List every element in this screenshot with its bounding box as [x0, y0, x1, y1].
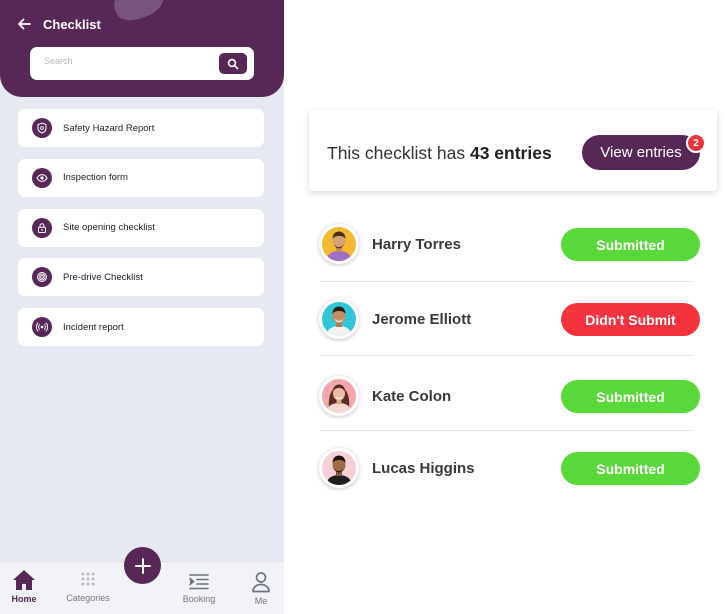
checklist-item-site-opening-checklist[interactable]: Site opening checklist: [18, 208, 264, 247]
checklist-item-inspection-form[interactable]: Inspection form: [18, 158, 264, 197]
status-badge-submitted: Submitted: [561, 380, 700, 413]
entry-name: Harry Torres: [372, 236, 461, 253]
entry-row-harry-torres[interactable]: Harry Torres Submitted: [316, 224, 706, 264]
row-divider: [320, 430, 693, 431]
entries-count: 43 entries: [469, 143, 552, 163]
checklist-item-label: Safety Hazard Report: [63, 122, 155, 134]
back-arrow-icon[interactable]: [16, 16, 32, 32]
plus-icon: [134, 557, 151, 574]
app-header: Checklist: [0, 0, 284, 97]
home-icon: [13, 570, 35, 590]
entry-name: Lucas Higgins: [372, 460, 475, 477]
entries-summary-card: This checklist has 43 entries View entri…: [309, 110, 717, 191]
search-input[interactable]: [44, 56, 204, 66]
summary-prefix: This checklist has: [327, 143, 470, 163]
checklist-item-label: Inspection form: [63, 172, 128, 184]
tab-booking-label: Booking: [182, 594, 216, 604]
eye-icon: [32, 167, 52, 188]
checklist-list: Safety Hazard Report Inspection form Sit…: [18, 109, 264, 358]
lock-icon: [32, 217, 52, 238]
avatar: [319, 224, 359, 264]
grid-dots-icon: [81, 572, 95, 586]
fingerprint-icon: [32, 267, 52, 288]
broadcast-icon: [32, 317, 52, 338]
search-icon: [227, 58, 239, 69]
row-divider: [320, 355, 693, 356]
mobile-app-screen: Checklist Safety Hazard Report Inspectio…: [0, 0, 284, 614]
avatar: [319, 376, 359, 416]
view-entries-button[interactable]: View entries: [582, 135, 700, 170]
tab-home[interactable]: Home: [6, 562, 42, 614]
list-indent-icon: [189, 574, 209, 590]
avatar: [319, 299, 359, 339]
search-button[interactable]: [219, 53, 247, 74]
tab-me[interactable]: Me: [247, 562, 275, 614]
notification-badge: 2: [686, 133, 706, 153]
row-divider: [320, 281, 693, 282]
checklist-item-label: Incident report: [63, 321, 124, 333]
page-title: Checklist: [43, 17, 101, 32]
entry-row-lucas-higgins[interactable]: Lucas Higgins Submitted: [316, 448, 706, 488]
tab-me-label: Me: [254, 596, 268, 606]
entries-summary-text: This checklist has 43 entries: [327, 143, 552, 164]
add-button[interactable]: [124, 547, 161, 584]
tab-home-label: Home: [11, 594, 37, 604]
search-bar: [30, 47, 254, 80]
tab-booking[interactable]: Booking: [178, 562, 220, 614]
checklist-item-incident-report[interactable]: Incident report: [18, 308, 264, 347]
checklist-item-safety-hazard-report[interactable]: Safety Hazard Report: [18, 109, 264, 147]
shield-icon: [32, 118, 52, 138]
entry-name: Jerome Elliott: [372, 311, 472, 328]
entry-row-kate-colon[interactable]: Kate Colon Submitted: [316, 376, 706, 416]
tab-categories[interactable]: Categories: [60, 562, 116, 614]
entry-row-jerome-elliott[interactable]: Jerome Elliott Didn't Submit: [316, 299, 706, 339]
tab-categories-label: Categories: [66, 593, 110, 603]
status-badge-submitted: Submitted: [561, 228, 700, 261]
checklist-item-label: Site opening checklist: [63, 222, 155, 234]
status-badge-not-submitted: Didn't Submit: [561, 303, 700, 336]
avatar: [319, 448, 359, 488]
status-badge-submitted: Submitted: [561, 452, 700, 485]
checklist-item-label: Pre-drive Checklist: [63, 271, 143, 283]
entry-name: Kate Colon: [372, 388, 452, 405]
checklist-item-pre-drive-checklist[interactable]: Pre-drive Checklist: [18, 258, 264, 297]
decorative-blob: [110, 0, 168, 25]
user-icon: [252, 572, 270, 593]
